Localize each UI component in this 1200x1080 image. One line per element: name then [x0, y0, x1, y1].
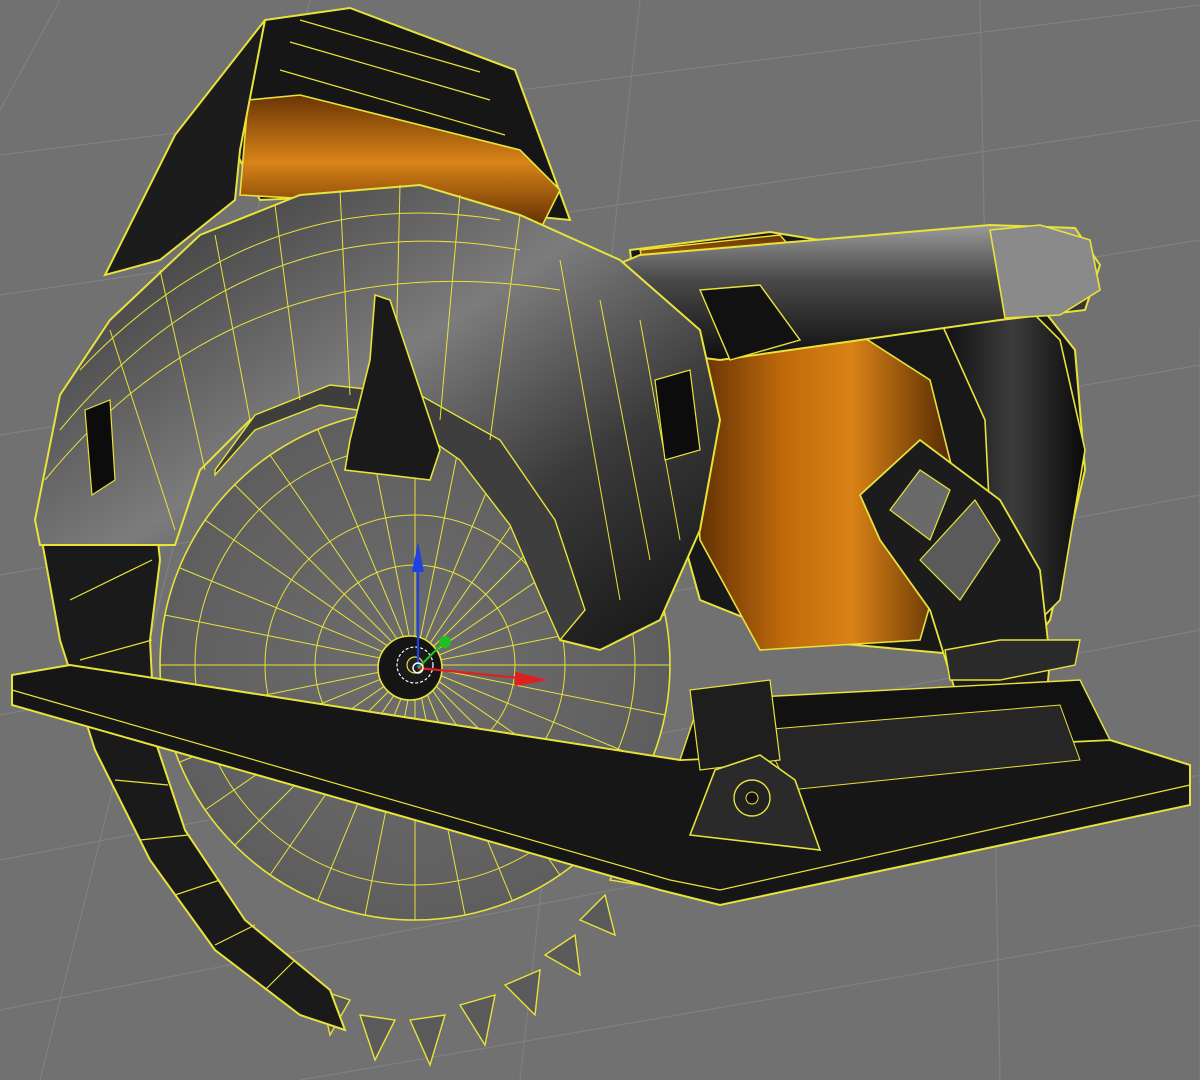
gizmo-y-handle[interactable] — [439, 636, 451, 648]
circular-saw-model[interactable] — [11, 6, 1191, 1068]
3d-viewport[interactable] — [0, 0, 1200, 1080]
viewport-canvas[interactable] — [0, 0, 1200, 1080]
